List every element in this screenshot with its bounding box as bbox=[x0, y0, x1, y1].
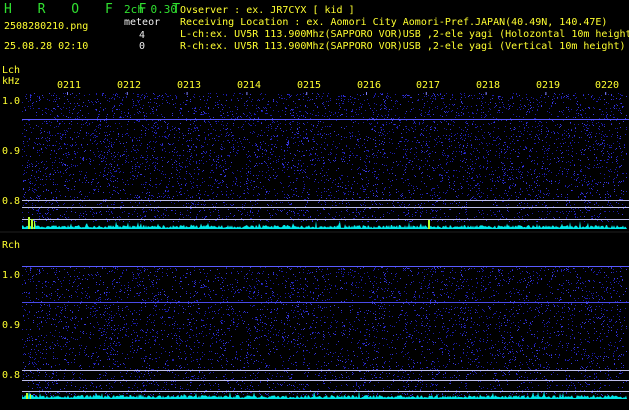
time-tick: 0213 bbox=[177, 80, 202, 91]
time-tick: 0218 bbox=[476, 80, 501, 91]
lch-carrier-line bbox=[22, 119, 629, 120]
rch-ref-line bbox=[22, 380, 629, 381]
meteor-flash bbox=[34, 221, 35, 229]
rch-label: Rch bbox=[2, 240, 21, 251]
rch-carrier-line bbox=[22, 266, 629, 267]
meteor-flash bbox=[28, 217, 30, 229]
minute-tick bbox=[306, 92, 308, 95]
meteor-flash bbox=[31, 219, 33, 229]
time-tick: 0217 bbox=[416, 80, 441, 91]
rch-ref-line bbox=[22, 370, 629, 371]
minute-tick bbox=[425, 92, 427, 95]
minute-tick bbox=[126, 92, 128, 95]
time-tick: 0212 bbox=[117, 80, 142, 91]
lch-freq-label-1: 1.0 bbox=[2, 96, 21, 107]
lch-ref-line bbox=[22, 219, 629, 220]
lch-ref-line bbox=[22, 207, 629, 208]
level-trace bbox=[22, 390, 627, 399]
lch-ref-line bbox=[22, 200, 629, 201]
rch-freq-label-1: 1.0 bbox=[2, 270, 21, 281]
level-trace bbox=[22, 221, 627, 229]
time-tick: 0219 bbox=[536, 80, 561, 91]
lch-freq-label-3: 0.8 bbox=[2, 196, 21, 207]
rch-signal-line bbox=[22, 302, 629, 303]
lch-unit-label: kHz bbox=[2, 76, 21, 87]
grid-layer bbox=[22, 92, 629, 392]
minute-tick bbox=[246, 92, 248, 95]
time-tick: 0220 bbox=[595, 80, 620, 91]
minute-tick bbox=[485, 92, 487, 95]
minute-tick bbox=[545, 92, 547, 95]
meteor-flash bbox=[30, 394, 31, 399]
meteor-flash bbox=[26, 393, 28, 399]
noise-layer bbox=[22, 93, 627, 396]
meteor-flash bbox=[428, 220, 430, 229]
minute-tick bbox=[67, 92, 68, 95]
rch-freq-label-2: 0.9 bbox=[2, 320, 21, 331]
minute-tick bbox=[366, 92, 367, 95]
lch-freq-label-2: 0.9 bbox=[2, 146, 21, 157]
minute-tick bbox=[605, 92, 607, 95]
noise-speckle-bright bbox=[23, 266, 627, 396]
noise-speckle bbox=[22, 266, 627, 396]
noise-speckle bbox=[22, 93, 627, 222]
time-tick: 0214 bbox=[237, 80, 262, 91]
spectrogram-display bbox=[0, 92, 629, 399]
panel-separator bbox=[0, 231, 629, 233]
minute-tick bbox=[186, 92, 188, 95]
time-tick: 0216 bbox=[357, 80, 382, 91]
rch-ref-line bbox=[22, 391, 629, 392]
lch-label: Lch bbox=[2, 65, 21, 76]
time-tick: 0215 bbox=[297, 80, 322, 91]
time-tick: 0211 bbox=[57, 80, 82, 91]
rch-freq-label-3: 0.8 bbox=[2, 370, 21, 381]
